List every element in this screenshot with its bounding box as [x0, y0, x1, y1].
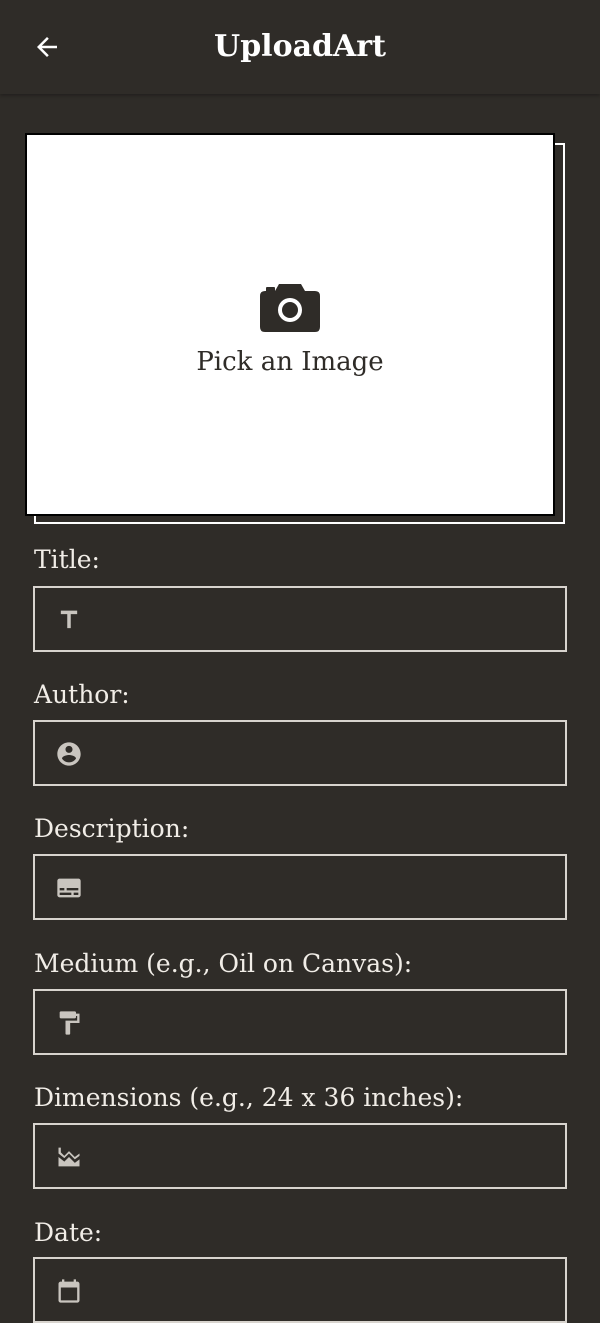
- app-title: UploadArt: [214, 29, 386, 64]
- author-field[interactable]: [33, 720, 567, 786]
- landscape-icon: [58, 1147, 80, 1167]
- title-icon: [60, 610, 78, 629]
- title-field[interactable]: [33, 586, 567, 652]
- medium-label: Medium (e.g., Oil on Canvas):: [34, 949, 413, 978]
- medium-input[interactable]: [105, 999, 549, 1047]
- app-bar: UploadArt: [0, 0, 600, 94]
- image-picker[interactable]: Pick an Image: [25, 133, 555, 516]
- dimensions-label: Dimensions (e.g., 24 x 36 inches):: [34, 1083, 464, 1112]
- date-input[interactable]: [105, 1267, 549, 1315]
- title-input[interactable]: [105, 596, 549, 644]
- dimensions-input[interactable]: [105, 1133, 549, 1181]
- subtitles-icon: [57, 878, 81, 898]
- date-field[interactable]: [33, 1257, 567, 1323]
- description-label: Description:: [34, 814, 190, 843]
- author-label: Author:: [34, 680, 130, 709]
- pick-image-label: Pick an Image: [196, 347, 384, 377]
- camera-icon: [260, 284, 320, 332]
- calendar-icon: [58, 1279, 80, 1303]
- date-label: Date:: [34, 1218, 103, 1247]
- title-label: Title:: [34, 545, 100, 574]
- medium-field[interactable]: [33, 989, 567, 1055]
- author-input[interactable]: [105, 730, 549, 778]
- format-paint-icon: [59, 1011, 80, 1035]
- account-circle-icon: [57, 742, 81, 766]
- description-input[interactable]: [105, 864, 549, 912]
- description-field[interactable]: [33, 854, 567, 920]
- dimensions-field[interactable]: [33, 1123, 567, 1189]
